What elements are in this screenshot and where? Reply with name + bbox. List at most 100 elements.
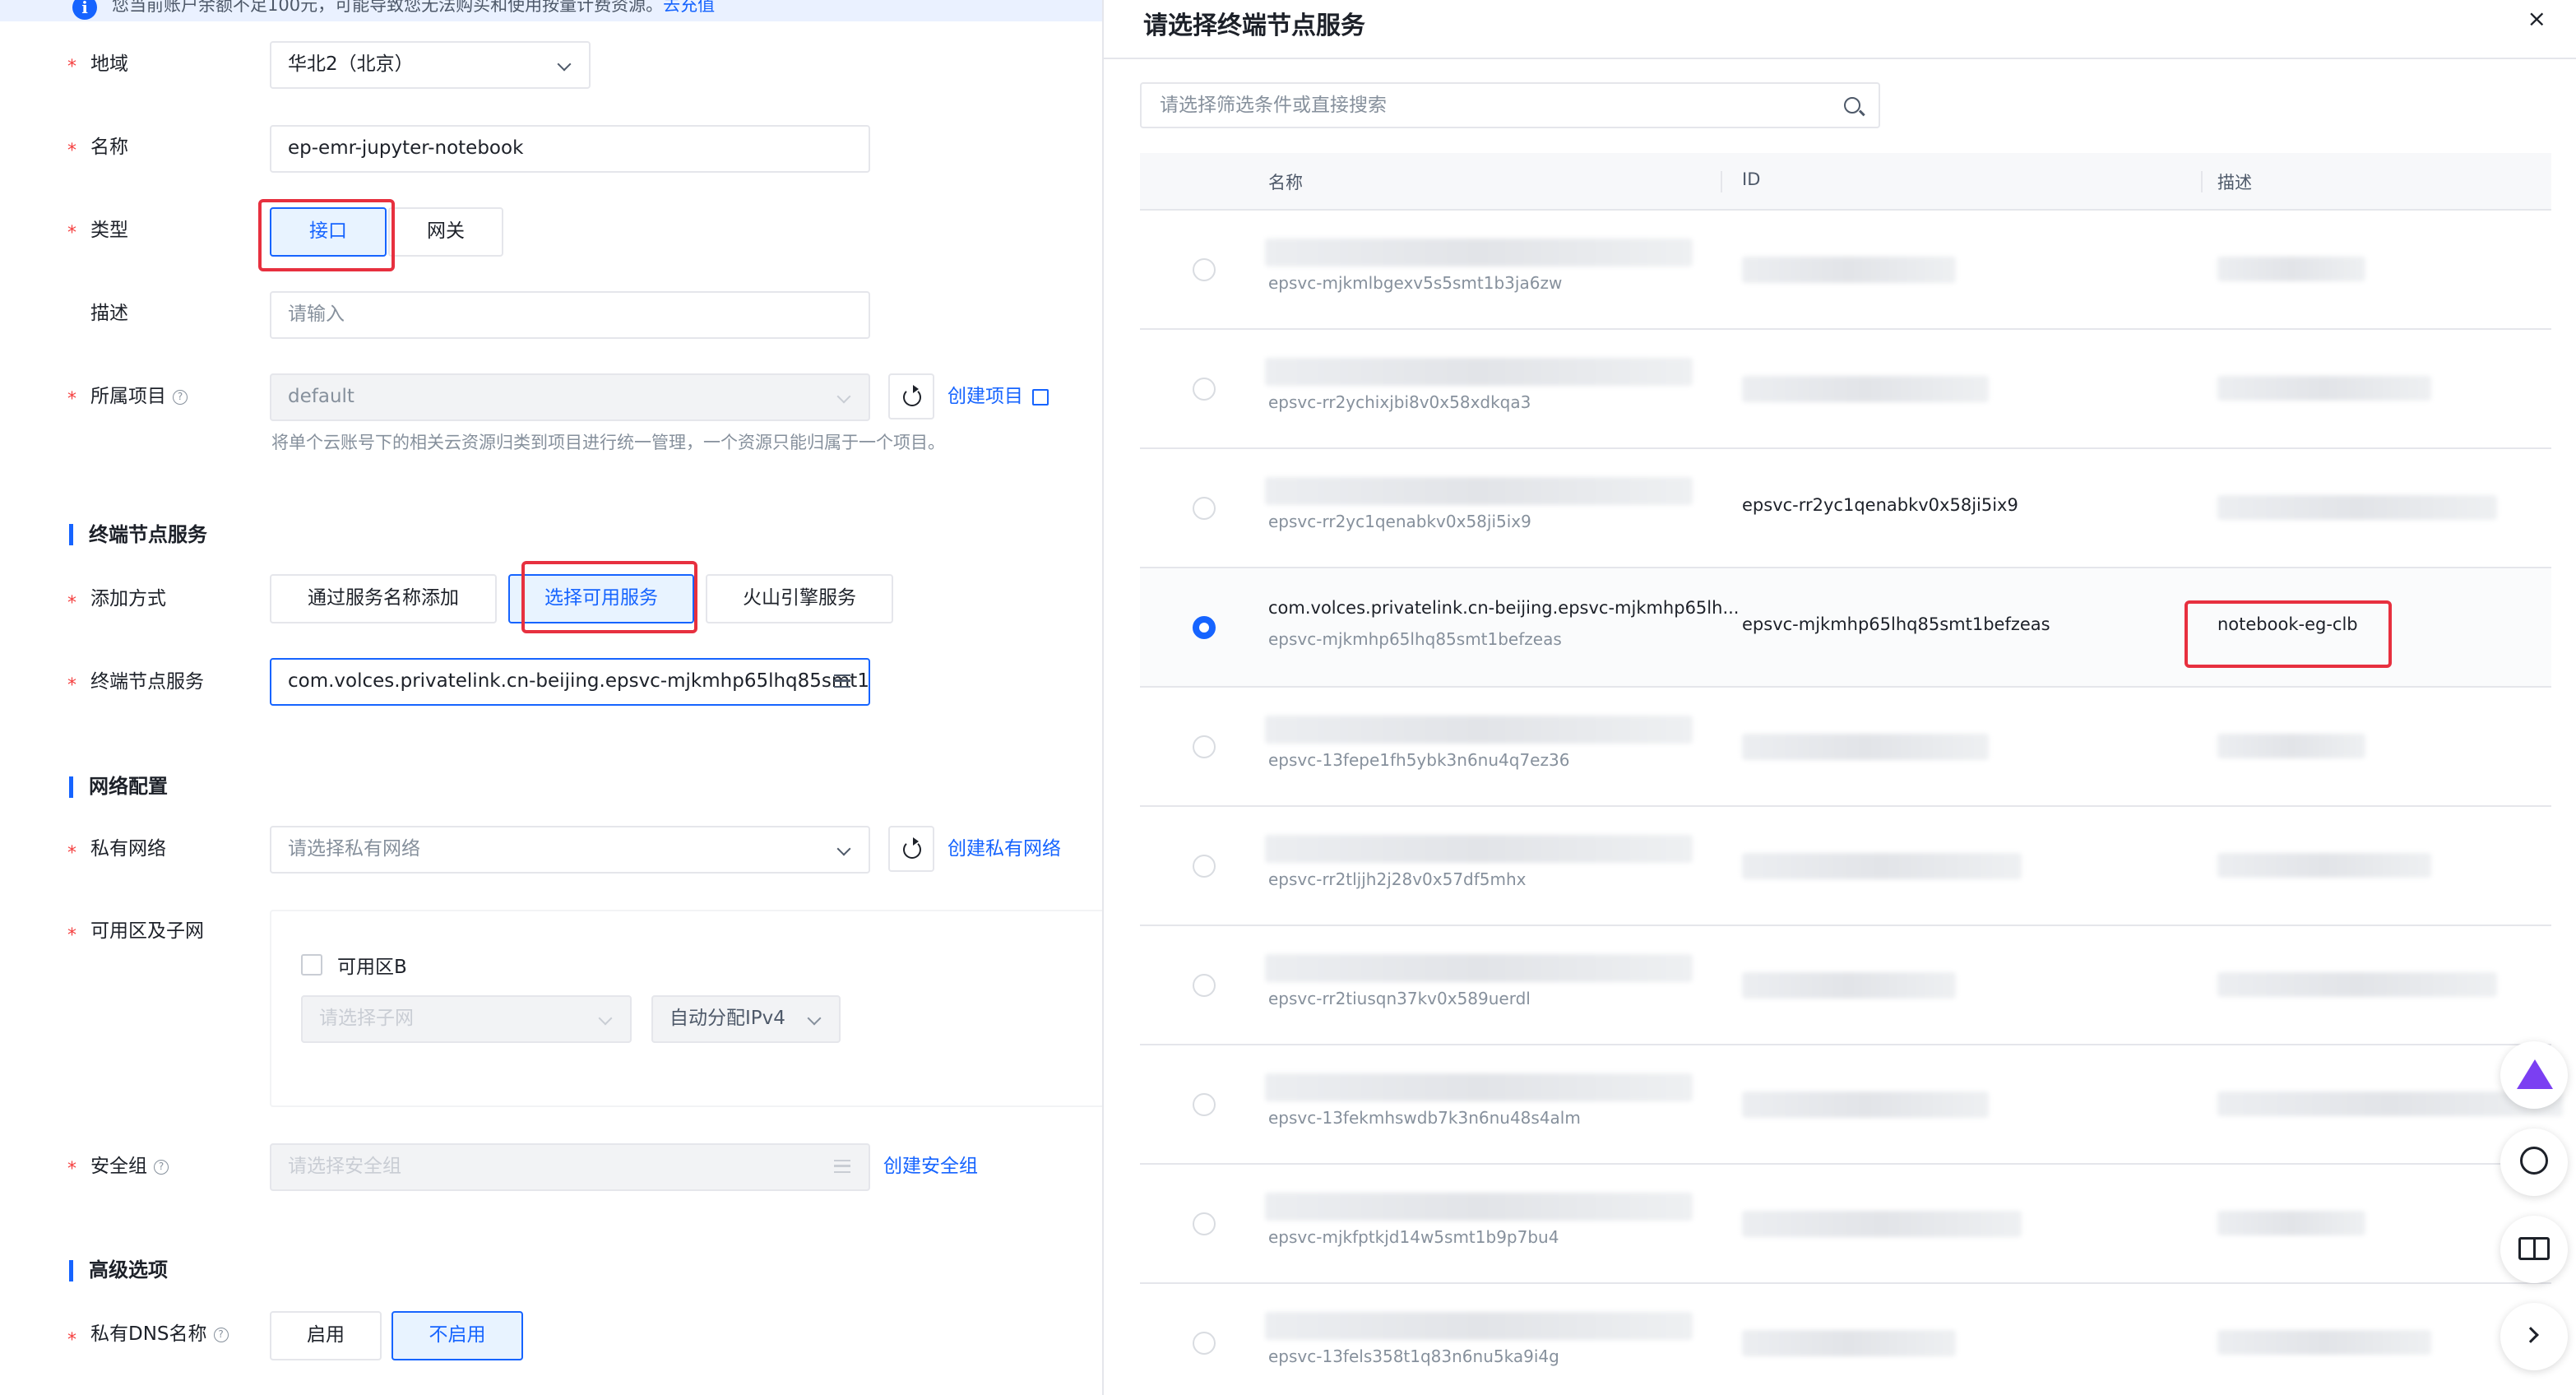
section-accent [69,1260,73,1281]
balance-notice: i 您当前账户余额不足100元，可能导致您无法购买和使用按量计费资源。去充值 [0,0,1102,21]
list-icon [834,1160,850,1173]
create-security-group-link[interactable]: 创建安全组 [883,1155,978,1178]
chevron-down-icon [807,1011,822,1026]
row-service-id-sub: epsvc-mjkmhp65lhq85smt1befzeas [1268,629,1562,649]
row-service-id-sub: epsvc-13fepe1fh5ybk3n6nu4q7ez36 [1268,750,1570,770]
project-select[interactable]: default [270,373,870,421]
required-mark: * [67,593,76,614]
column-header-id: ID [1742,169,1761,189]
column-separator [2201,171,2203,192]
region-select[interactable]: 华北2（北京） [270,41,591,89]
mountain-icon [2517,1059,2553,1089]
refresh-project-button[interactable] [888,373,934,419]
help-icon[interactable]: ? [173,389,188,405]
project-hint: 将单个云账号下的相关云资源归类到项目进行统一管理，一个资源只能归属于一个项目。 [271,433,945,452]
dns-enable-button[interactable]: 启用 [270,1311,382,1360]
list-icon [834,674,850,688]
help-icon[interactable]: ? [154,1159,169,1175]
expand-button[interactable] [2500,1303,2568,1370]
row-radio[interactable] [1193,258,1216,281]
chevron-down-icon [598,1011,613,1026]
redacted-id [1742,972,1956,999]
redacted-desc [2217,1330,2431,1355]
table-row[interactable]: epsvc-rr2ychixjbi8v0x58xdkqa3 [1140,330,2551,449]
redacted-name [1265,477,1693,505]
row-radio[interactable] [1193,1212,1216,1235]
required-mark: * [67,843,76,864]
endpoint-service-value: com.volces.privatelink.cn-beijing.epsvc-… [288,670,870,692]
table-row[interactable]: epsvc-mjkmlbgexv5s5smt1b3ja6zw [1140,211,2551,330]
search-icon [1844,97,1860,114]
vpc-select[interactable]: 请选择私有网络 [270,826,870,874]
create-project-link[interactable]: 创建项目 [947,385,1049,408]
zone-checkbox[interactable] [301,954,322,976]
table-row[interactable]: epsvc-rr2tljjh2j28v0x57df5mhx [1140,807,2551,926]
name-input[interactable]: ep-emr-jupyter-notebook [270,125,870,173]
row-service-id-sub: epsvc-rr2tljjh2j28v0x57df5mhx [1268,869,1527,889]
security-group-label: 安全组? [90,1155,169,1178]
volcengine-service-button[interactable]: 火山引擎服务 [706,574,893,623]
row-radio[interactable] [1193,616,1216,639]
row-radio[interactable] [1193,378,1216,401]
ip-mode-value: 自动分配IPv4 [669,1008,785,1029]
row-radio[interactable] [1193,1332,1216,1355]
section-title-advanced: 高级选项 [89,1258,168,1281]
redacted-desc [2217,257,2365,281]
notice-text: 您当前账户余额不足100元，可能导致您无法购买和使用按量计费资源。 [112,0,664,15]
redacted-id [1742,376,1989,402]
redacted-id [1742,734,1989,760]
row-radio[interactable] [1193,855,1216,878]
table-row[interactable]: epsvc-13fels358t1q83n6nu5ka9i4g [1140,1284,2551,1395]
description-input[interactable]: 请输入 [270,291,870,339]
vpc-label: 私有网络 [90,838,166,860]
table-row[interactable]: epsvc-13fekmhswdb7k3n6nu48s4alm [1140,1045,2563,1165]
redacted-desc [2217,376,2431,401]
redacted-name [1265,1312,1693,1340]
ai-assistant-button[interactable] [2500,1041,2568,1109]
support-button[interactable] [2500,1129,2568,1196]
type-gateway-button[interactable]: 网关 [388,207,503,257]
row-radio[interactable] [1193,497,1216,520]
dns-disable-button[interactable]: 不启用 [391,1311,523,1360]
redacted-id [1742,1211,2022,1237]
table-row[interactable]: epsvc-13fepe1fh5ybk3n6nu4q7ez36 [1140,688,2551,807]
highlight-box [2185,600,2392,668]
redacted-desc [2217,1211,2365,1235]
row-radio[interactable] [1193,735,1216,758]
highlight-box [258,199,395,271]
row-id: epsvc-mjkmhp65lhq85smt1befzeas [1742,614,2050,634]
table-row[interactable]: epsvc-rr2yc1qenabkv0x58ji5ix9 epsvc-rr2yc… [1140,449,2551,568]
create-vpc-link[interactable]: 创建私有网络 [947,837,1061,860]
docs-button[interactable] [2500,1216,2568,1283]
zone-subnet-label: 可用区及子网 [90,920,204,942]
endpoint-service-label: 终端节点服务 [90,671,204,693]
chevron-down-icon [557,57,572,72]
ip-mode-select[interactable]: 自动分配IPv4 [651,995,841,1043]
row-radio[interactable] [1193,974,1216,997]
table-row[interactable]: epsvc-rr2tiusqn37kv0x589uerdl [1140,926,2551,1045]
row-radio[interactable] [1193,1093,1216,1116]
endpoint-service-input[interactable]: com.volces.privatelink.cn-beijing.epsvc-… [270,658,870,706]
help-icon[interactable]: ? [213,1327,229,1342]
search-input[interactable]: 请选择筛选条件或直接搜索 [1140,82,1880,128]
required-mark: * [67,1330,76,1351]
required-mark: * [67,141,76,161]
row-service-id-sub: epsvc-rr2ychixjbi8v0x58xdkqa3 [1268,392,1531,412]
section-title-endpoint: 终端节点服务 [89,523,207,546]
search-placeholder: 请选择筛选条件或直接搜索 [1160,95,1387,116]
refresh-vpc-button[interactable] [888,826,934,872]
service-select-drawer: 请选择终端节点服务 × 请选择筛选条件或直接搜索 名称 ID 描述 epsvc-… [1102,0,2576,1395]
chevron-down-icon [836,841,851,856]
redacted-id [1742,1330,1956,1356]
close-icon[interactable]: × [2527,5,2546,32]
chevron-down-icon [836,389,851,404]
region-value: 华北2（北京） [288,53,414,75]
security-group-select[interactable]: 请选择安全组 [270,1143,870,1191]
table-row[interactable]: epsvc-mjkfptkjd14w5smt1b9p7bu4 [1140,1165,2551,1284]
recharge-link[interactable]: 去充值 [663,0,715,15]
name-label: 名称 [90,137,128,158]
add-by-name-button[interactable]: 通过服务名称添加 [270,574,497,623]
subnet-select[interactable]: 请选择子网 [301,995,632,1043]
row-service-id-sub: epsvc-13fels358t1q83n6nu5ka9i4g [1268,1346,1559,1366]
redacted-name [1265,1193,1693,1221]
